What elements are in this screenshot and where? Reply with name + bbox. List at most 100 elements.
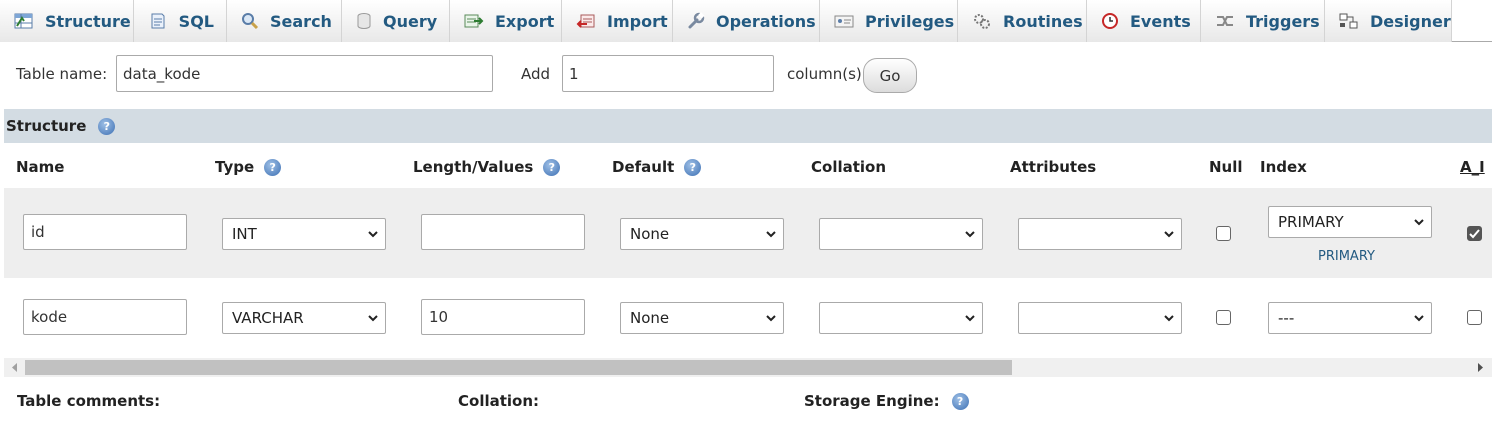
index-select[interactable]: --- <box>1268 302 1432 334</box>
chevron-down-icon <box>1414 219 1424 226</box>
column-header-null: Null <box>1209 156 1243 178</box>
tab-label: Privileges <box>865 11 955 31</box>
go-button[interactable]: Go <box>863 58 917 93</box>
export-icon <box>464 12 484 30</box>
column-header-default: Default? <box>612 156 702 178</box>
footer-label: Storage Engine: <box>804 392 940 410</box>
header-label: Attributes <box>1010 158 1097 176</box>
chevron-down-icon <box>1164 315 1174 322</box>
scroll-left-icon[interactable] <box>10 362 20 373</box>
help-icon[interactable]: ? <box>684 158 702 176</box>
add-columns-input[interactable]: 1 <box>562 55 774 92</box>
horizontal-scrollbar[interactable] <box>4 358 1492 377</box>
table-name-row: Table name: data_kode Add 1 column(s) Go <box>0 54 1492 94</box>
designer-icon <box>1339 12 1359 30</box>
header-label: Index <box>1260 158 1307 176</box>
null-checkbox[interactable] <box>1216 310 1231 325</box>
type-select[interactable]: VARCHAR <box>222 302 386 334</box>
header-label: Default <box>612 158 675 176</box>
table-name-input[interactable]: data_kode <box>116 55 493 92</box>
tab-designer[interactable]: Designer <box>1325 0 1452 42</box>
column-header-type: Type? <box>215 156 282 178</box>
add-label: Add <box>521 65 551 83</box>
tab-triggers[interactable]: Triggers <box>1201 0 1325 42</box>
tab-export[interactable]: Export <box>450 0 562 42</box>
collation-select[interactable] <box>819 218 983 250</box>
chevron-down-icon <box>766 315 776 322</box>
tab-label: Search <box>270 11 332 31</box>
tab-label: SQL <box>178 11 214 31</box>
help-icon[interactable]: ? <box>543 158 561 176</box>
collation-select[interactable] <box>819 302 983 334</box>
length-input[interactable] <box>421 214 585 250</box>
tab-label: Export <box>495 11 555 31</box>
type-select[interactable]: INT <box>222 218 386 250</box>
footer-label: Table comments: <box>17 392 161 410</box>
tab-label: Designer <box>1370 11 1451 31</box>
column-header-ai[interactable]: A_I <box>1460 156 1492 178</box>
select-value: --- <box>1278 309 1295 327</box>
help-icon[interactable]: ? <box>264 158 282 176</box>
select-value: PRIMARY <box>1278 213 1344 231</box>
index-select[interactable]: PRIMARY <box>1268 206 1432 238</box>
column-header-name: Name <box>16 156 64 178</box>
tab-structure[interactable]: Structure <box>0 0 134 42</box>
table-row: kode VARCHAR 10 None --- <box>4 280 1492 356</box>
column-header-collation: Collation <box>811 156 886 178</box>
ai-checkbox[interactable] <box>1467 310 1482 325</box>
tab-routines[interactable]: Routines <box>958 0 1087 42</box>
attributes-select[interactable] <box>1018 218 1182 250</box>
help-icon[interactable]: ? <box>951 392 969 410</box>
scroll-right-icon[interactable] <box>1475 362 1485 373</box>
default-select[interactable]: None <box>620 218 784 250</box>
tab-query[interactable]: Query <box>342 0 450 42</box>
header-label: Null <box>1209 158 1243 176</box>
table-comments-label: Table comments: <box>17 392 160 410</box>
structure-header: Structure ? <box>4 109 1492 143</box>
columns-label: column(s) <box>787 65 862 83</box>
length-input[interactable]: 10 <box>421 299 585 335</box>
header-label: Type <box>215 158 255 176</box>
clock-icon <box>1101 12 1119 30</box>
routines-icon <box>972 12 992 30</box>
chevron-down-icon <box>368 315 378 322</box>
tab-label: Operations <box>716 11 816 31</box>
select-value: INT <box>232 225 257 243</box>
ai-checkbox[interactable] <box>1467 226 1482 241</box>
tab-privileges[interactable]: Privileges <box>820 0 958 42</box>
default-select[interactable]: None <box>620 302 784 334</box>
index-primary-link[interactable]: PRIMARY <box>1318 249 1375 264</box>
select-value: None <box>630 225 670 243</box>
column-header-length: Length/Values? <box>413 156 561 178</box>
select-value: None <box>630 309 670 327</box>
tab-sql[interactable]: SQL <box>134 0 227 42</box>
help-icon[interactable]: ? <box>98 117 116 135</box>
attributes-select[interactable] <box>1018 302 1182 334</box>
tab-search[interactable]: Search <box>227 0 342 42</box>
table-row: id INT None PRIMARY PRIMARY <box>4 188 1492 278</box>
tab-label: Routines <box>1003 11 1083 31</box>
column-name-input[interactable]: id <box>23 214 187 250</box>
tab-events[interactable]: Events <box>1087 0 1201 42</box>
scrollbar-thumb[interactable] <box>25 360 1012 375</box>
privileges-icon <box>834 12 854 30</box>
tab-label: Structure <box>45 11 131 31</box>
sql-icon <box>148 12 168 30</box>
chevron-down-icon <box>368 231 378 238</box>
wrench-icon <box>687 12 705 30</box>
null-checkbox[interactable] <box>1216 226 1231 241</box>
chevron-down-icon <box>1414 315 1424 322</box>
tab-operations[interactable]: Operations <box>673 0 820 42</box>
column-header-attributes: Attributes <box>1010 156 1096 178</box>
import-icon <box>576 12 596 30</box>
table-name-label: Table name: <box>16 65 108 83</box>
chevron-down-icon <box>1164 231 1174 238</box>
search-icon <box>241 12 259 30</box>
tab-import[interactable]: Import <box>562 0 673 42</box>
tab-label: Events <box>1130 11 1191 31</box>
column-name-input[interactable]: kode <box>23 299 187 335</box>
chevron-down-icon <box>766 231 776 238</box>
triggers-icon <box>1215 12 1235 30</box>
chevron-down-icon <box>965 231 975 238</box>
column-header-index: Index <box>1260 156 1307 178</box>
